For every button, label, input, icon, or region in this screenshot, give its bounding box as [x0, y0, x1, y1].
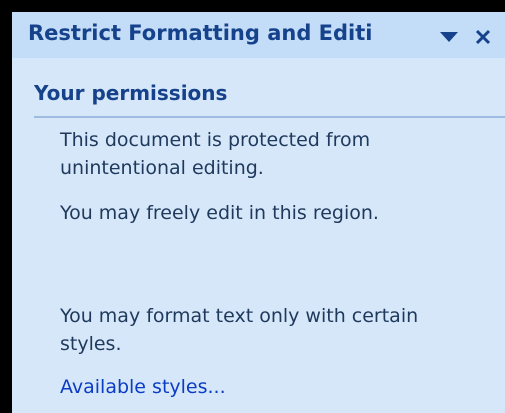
dropdown-triangle-icon [440, 32, 458, 42]
format-text-line2: styles. [60, 333, 122, 355]
protected-text-line1: This document is protected from [60, 129, 371, 151]
task-pane-titlebar: Restrict Formatting and Editi [12, 12, 505, 58]
task-pane-close-button[interactable] [470, 21, 496, 49]
format-text-line1: You may format text only with certain [60, 305, 419, 327]
available-styles-link[interactable]: Available styles... [60, 373, 226, 401]
your-permissions-heading: Your permissions [34, 81, 228, 105]
restrict-formatting-task-pane: Restrict Formatting and Editi Your permi… [12, 12, 505, 413]
close-x-icon [475, 29, 491, 45]
section-divider [34, 116, 505, 118]
task-pane-menu-button[interactable] [438, 21, 462, 49]
task-pane-title: Restrict Formatting and Editi [28, 21, 373, 45]
edit-region-text: You may freely edit in this region. [60, 202, 379, 224]
protected-text-line2: unintentional editing. [60, 157, 264, 179]
